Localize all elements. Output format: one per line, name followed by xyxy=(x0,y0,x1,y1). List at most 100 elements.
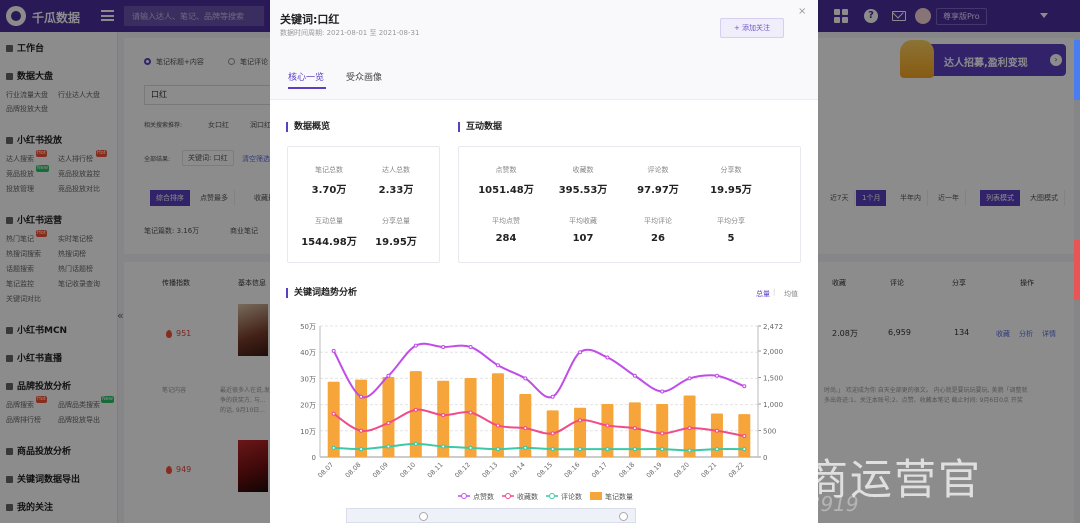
tab-audience-profile[interactable]: 受众画像 xyxy=(346,70,382,83)
toggle-average[interactable]: 均值 xyxy=(784,289,798,299)
line-point xyxy=(495,363,500,368)
stat-label: 分享总量 xyxy=(382,217,410,225)
line-point xyxy=(578,350,583,355)
overview-card: 笔记总数 3.70万 达人总数 2.33万 互动总量 1544.98万 分享总量… xyxy=(287,146,440,263)
right-axis-tick: 500 xyxy=(763,428,776,436)
close-icon[interactable]: × xyxy=(798,6,806,17)
keyword-trend-chart: 010万20万30万40万50万05001,0001,5002,0002,472… xyxy=(300,323,783,501)
right-axis-tick: 1,000 xyxy=(763,401,783,409)
line-point xyxy=(359,447,364,452)
x-axis-tick: 08.16 xyxy=(563,461,582,480)
left-axis-tick: 20万 xyxy=(300,402,316,410)
line-point xyxy=(687,426,692,431)
x-axis-tick: 08.13 xyxy=(481,461,500,480)
line-point xyxy=(714,428,719,433)
bar-note-count xyxy=(464,378,477,457)
x-axis-tick: 08.18 xyxy=(617,461,636,480)
legend-bar-swatch xyxy=(590,492,602,500)
left-axis-tick: 30万 xyxy=(300,375,316,383)
line-point xyxy=(687,448,692,453)
stat-label: 平均点赞 xyxy=(492,217,520,225)
line-point xyxy=(441,344,446,349)
x-axis-tick: 08.21 xyxy=(700,461,719,480)
x-axis-tick: 08.19 xyxy=(645,461,664,480)
add-watch-button[interactable]: + 添加关注 xyxy=(720,18,784,38)
line-point xyxy=(441,444,446,449)
line-point xyxy=(714,447,719,452)
line-point xyxy=(331,411,336,416)
line-point xyxy=(495,447,500,452)
section-title-interaction: 互动数据 xyxy=(458,122,502,132)
line-point xyxy=(605,423,610,428)
right-axis-tick: 2,472 xyxy=(763,323,783,331)
line-point xyxy=(550,394,555,399)
line-point xyxy=(468,344,473,349)
line-point xyxy=(660,389,665,394)
x-axis-tick: 08.20 xyxy=(672,461,691,480)
stat-value: 284 xyxy=(495,233,517,244)
line-point xyxy=(386,420,391,425)
x-axis-tick: 08.17 xyxy=(590,461,609,480)
toggle-separator: | xyxy=(773,288,776,296)
line-point xyxy=(742,384,747,389)
line-point xyxy=(468,445,473,450)
bar-note-count xyxy=(355,379,368,457)
modal-header: 关键词:口红 数据时间周期: 2021-08-01 至 2021-08-31 +… xyxy=(270,0,818,100)
line-point xyxy=(742,434,747,439)
left-axis-tick: 40万 xyxy=(300,349,316,357)
left-axis-tick: 50万 xyxy=(300,323,316,331)
line-point xyxy=(578,418,583,423)
stat-label: 收藏数 xyxy=(572,166,594,174)
line-point xyxy=(523,445,528,450)
section-title-overview: 数据概览 xyxy=(286,122,330,132)
line-point xyxy=(359,394,364,399)
legend-label: 点赞数 xyxy=(473,492,494,501)
line-point xyxy=(386,444,391,449)
stat-label: 平均评论 xyxy=(644,217,672,225)
tab-core-overview[interactable]: 核心一览 xyxy=(288,70,324,83)
x-axis-tick: 08.10 xyxy=(398,461,417,480)
line-point xyxy=(550,431,555,436)
data-period: 数据时间周期: 2021-08-01 至 2021-08-31 xyxy=(280,29,420,37)
right-axis-tick: 1,500 xyxy=(763,375,783,383)
line-point xyxy=(413,343,418,348)
line-point xyxy=(714,373,719,378)
stat-value: 107 xyxy=(572,233,594,244)
stat-label: 点赞数 xyxy=(495,166,517,174)
bar-note-count xyxy=(327,381,340,457)
line-point xyxy=(495,423,500,428)
line-point xyxy=(550,447,555,452)
left-axis-tick: 0 xyxy=(312,454,316,462)
stat-label: 平均分享 xyxy=(717,217,745,225)
toggle-total[interactable]: 总量 xyxy=(756,289,770,299)
line-point xyxy=(660,447,665,452)
legend-label: 笔记数量 xyxy=(605,492,633,501)
stat-value: 97.97万 xyxy=(637,185,679,196)
side-float-tab[interactable] xyxy=(1074,240,1080,300)
legend-label: 收藏数 xyxy=(517,492,538,501)
bar-note-count xyxy=(491,373,504,457)
line-point xyxy=(523,426,528,431)
side-float-tab[interactable] xyxy=(1074,40,1080,100)
stat-label: 达人总数 xyxy=(382,166,410,174)
chart-range-slider[interactable] xyxy=(346,508,636,523)
section-title-trend: 关键词趋势分析 xyxy=(286,288,357,298)
right-axis-tick: 2,000 xyxy=(763,348,783,356)
slider-handle-right[interactable] xyxy=(619,512,628,521)
line-point xyxy=(742,447,747,452)
interaction-card: 点赞数 1051.48万 收藏数 395.53万 评论数 97.97万 分享数 … xyxy=(458,146,801,263)
stat-value: 1051.48万 xyxy=(478,185,534,196)
x-axis-tick: 08.09 xyxy=(371,461,390,480)
legend-marker xyxy=(461,493,467,499)
line-point xyxy=(687,376,692,381)
line-point xyxy=(359,428,364,433)
legend-marker xyxy=(505,493,511,499)
stat-label: 分享数 xyxy=(720,166,742,174)
line-point xyxy=(331,348,336,353)
slider-handle-left[interactable] xyxy=(419,512,428,521)
line-point xyxy=(413,441,418,446)
stat-value: 19.95万 xyxy=(375,237,417,248)
line-point xyxy=(632,447,637,452)
line-point xyxy=(523,376,528,381)
line-point xyxy=(605,447,610,452)
